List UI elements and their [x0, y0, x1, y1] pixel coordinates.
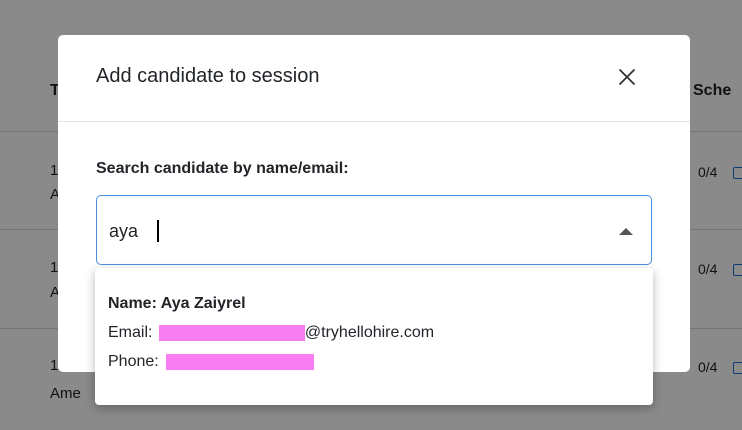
close-icon[interactable] — [615, 65, 639, 89]
redacted-block — [166, 353, 315, 370]
search-results-dropdown: Name: Aya Zaiyrel Email: @tryhellohire.c… — [95, 268, 653, 405]
search-label: Search candidate by name/email: — [96, 160, 349, 177]
result-name: Name: Aya Zaiyrel — [108, 295, 246, 312]
redacted-block — [158, 324, 305, 341]
modal-header: Add candidate to session — [58, 35, 690, 122]
modal-title: Add candidate to session — [96, 65, 320, 87]
result-phone: Phone: — [108, 347, 434, 376]
candidate-search-input[interactable] — [109, 218, 589, 244]
candidate-result-option[interactable]: Name: Aya Zaiyrel Email: @tryhellohire.c… — [108, 290, 434, 376]
caret-up-icon[interactable] — [619, 228, 633, 235]
email-suffix: @tryhellohire.com — [304, 324, 435, 341]
text-cursor — [157, 220, 159, 242]
phone-prefix: Phone: — [108, 353, 164, 370]
candidate-search-combobox[interactable] — [96, 195, 652, 265]
result-email: Email: @tryhellohire.com — [108, 318, 434, 347]
email-prefix: Email: — [108, 324, 157, 341]
close-icon-glyph — [619, 69, 635, 85]
